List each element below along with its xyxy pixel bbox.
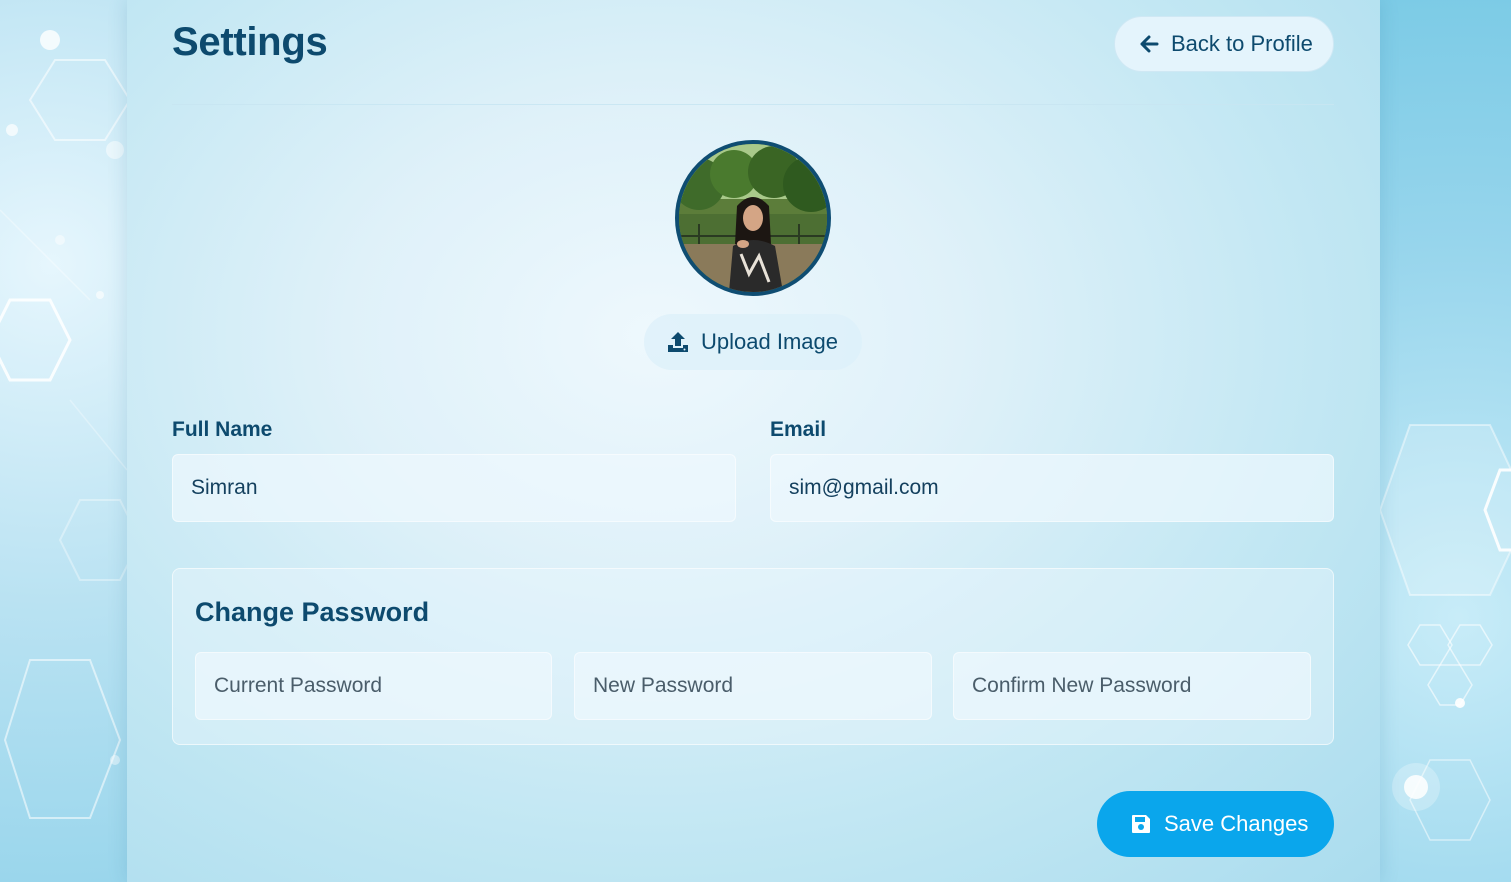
change-password-title: Change Password bbox=[195, 597, 430, 627]
header-divider bbox=[172, 104, 1334, 105]
upload-image-button[interactable]: Upload Image bbox=[644, 314, 862, 370]
current-password-field[interactable]: Current Password bbox=[195, 652, 552, 720]
change-password-section: Change Password Current Password New Pas… bbox=[172, 568, 1334, 745]
hexagon-pattern-right bbox=[1380, 424, 1511, 841]
user-photo bbox=[679, 144, 827, 292]
email-label: Email bbox=[770, 418, 827, 441]
arrow-left-icon bbox=[1139, 34, 1159, 54]
new-password-field[interactable]: New Password bbox=[574, 652, 932, 720]
settings-panel: Settings Back to Profile Upload Image Fu… bbox=[127, 0, 1380, 882]
save-button-label: Save Changes bbox=[1164, 811, 1309, 836]
background-left bbox=[0, 0, 127, 882]
upload-button-label: Upload Image bbox=[701, 329, 838, 354]
email-field[interactable]: sim@gmail.com bbox=[770, 454, 1334, 522]
background-right bbox=[1380, 0, 1511, 882]
avatar bbox=[675, 140, 831, 296]
back-button-label: Back to Profile bbox=[1171, 31, 1313, 56]
full-name-label: Full Name bbox=[172, 418, 273, 441]
save-changes-button[interactable]: Save Changes bbox=[1097, 791, 1334, 857]
upload-icon bbox=[666, 330, 690, 354]
hexagon-pattern-left bbox=[0, 30, 127, 819]
page-title: Settings bbox=[172, 20, 328, 64]
floppy-disk-icon bbox=[1130, 813, 1152, 835]
back-to-profile-button[interactable]: Back to Profile bbox=[1114, 16, 1334, 72]
full-name-field[interactable]: Simran bbox=[172, 454, 736, 522]
confirm-new-password-field[interactable]: Confirm New Password bbox=[953, 652, 1311, 720]
